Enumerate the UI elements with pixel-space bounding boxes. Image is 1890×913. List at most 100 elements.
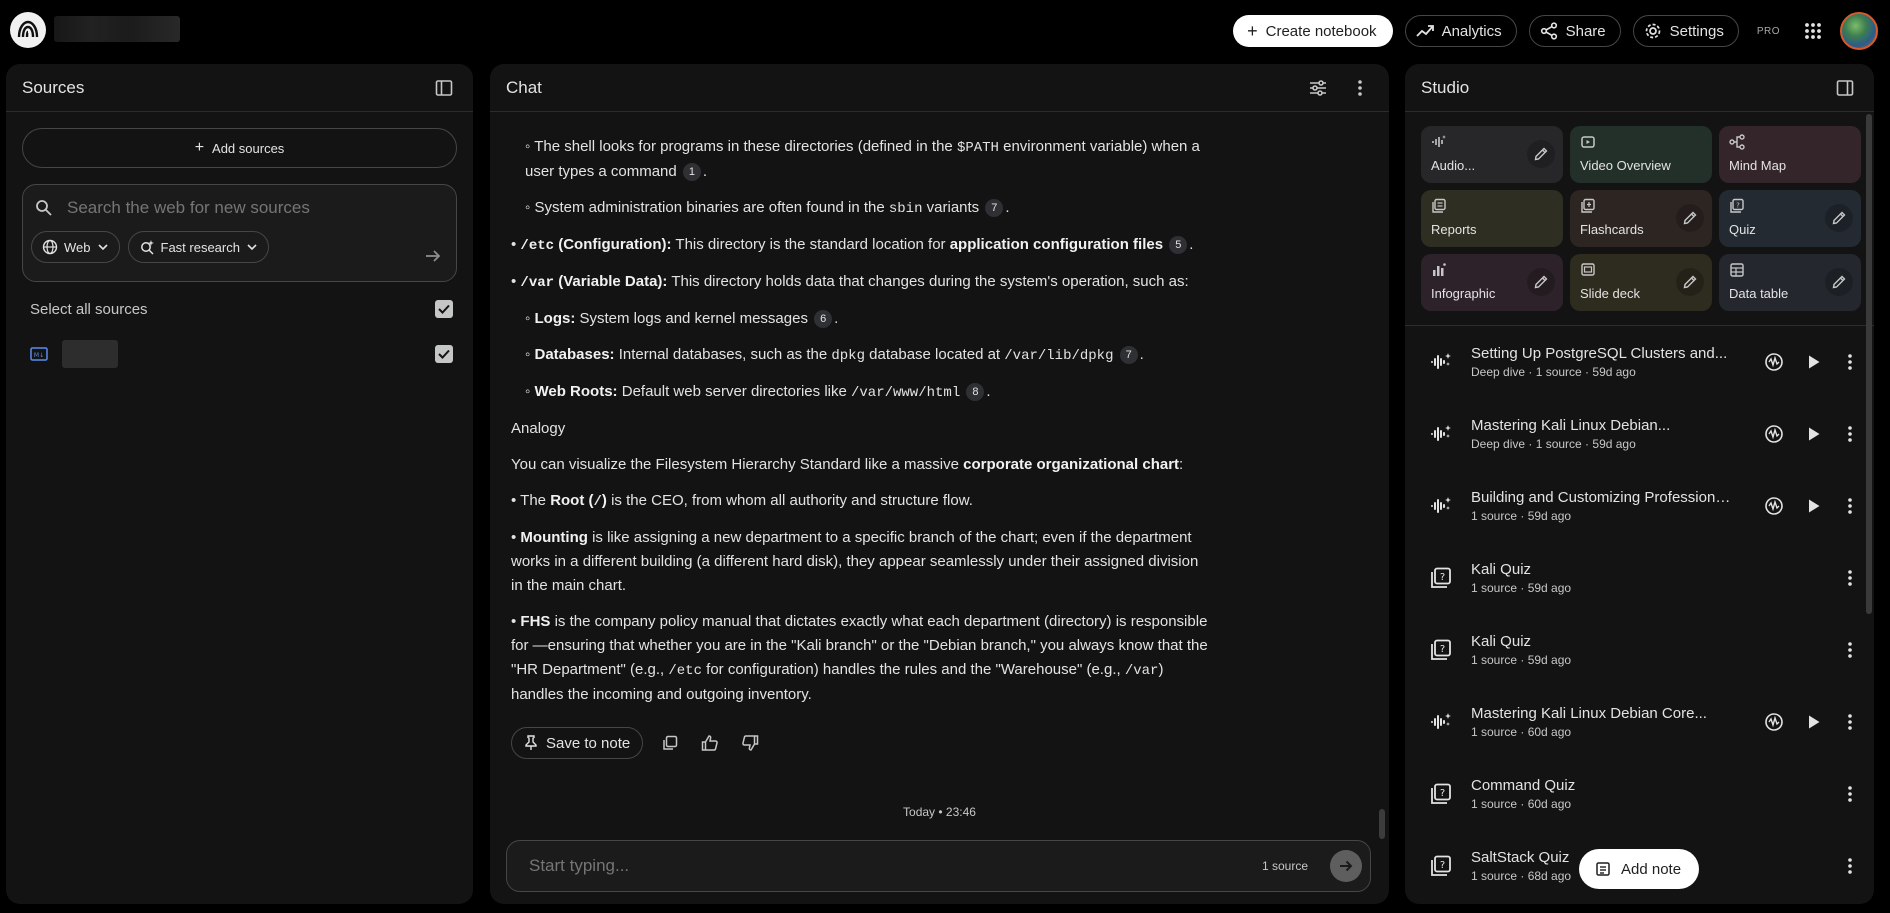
studio-output-item[interactable]: Setting Up PostgreSQL Clusters and... Dee… — [1405, 326, 1874, 398]
thumbs-down-icon[interactable] — [737, 730, 763, 756]
note-icon — [1596, 862, 1610, 876]
add-sources-label: Add sources — [212, 140, 285, 156]
more-vert-icon[interactable] — [1838, 490, 1862, 522]
studio-tile[interactable]: ? Quiz — [1719, 190, 1861, 247]
studio-output-item[interactable]: Building and Customizing Professional...… — [1405, 470, 1874, 542]
citation-chip[interactable]: 1 — [682, 163, 701, 181]
chat-input[interactable] — [529, 856, 1129, 876]
citation-chip[interactable]: 7 — [1119, 346, 1138, 364]
analytics-label: Analytics — [1441, 22, 1502, 40]
add-sources-button[interactable]: + Add sources — [22, 128, 457, 168]
studio-tile[interactable]: Reports — [1421, 190, 1563, 247]
studio-output-meta: Deep dive · 1 source · 59d ago — [1471, 365, 1636, 379]
studio-output-item[interactable]: ? Kali Quiz 1 source · 59d ago — [1405, 542, 1874, 614]
infographic-icon — [1433, 263, 1446, 276]
quiz-icon: ? — [1429, 782, 1453, 806]
research-chip-label: Fast research — [160, 239, 240, 255]
citation-chip[interactable]: 7 — [985, 199, 1004, 217]
more-vert-icon[interactable] — [1838, 562, 1862, 594]
interactive-mode-icon[interactable] — [1758, 418, 1790, 450]
app-logo[interactable] — [10, 12, 46, 48]
arrow-right-icon — [1340, 860, 1353, 872]
citation-chip[interactable]: 8 — [966, 383, 985, 401]
studio-tile[interactable]: Data table — [1719, 254, 1861, 311]
studio-output-title: Mastering Kali Linux Debian... — [1471, 417, 1671, 434]
answer-paragraph: ◦ Web Roots: Default web server director… — [525, 383, 991, 401]
studio-tile[interactable]: Mind Map — [1719, 126, 1861, 183]
apps-grid-icon[interactable] — [1798, 16, 1828, 46]
play-icon[interactable] — [1798, 418, 1830, 450]
more-vert-icon[interactable] — [1838, 634, 1862, 666]
studio-output-item[interactable]: ? Command Quiz 1 source · 60d ago — [1405, 758, 1874, 830]
source-item[interactable]: M↓ — [30, 340, 453, 368]
share-button[interactable]: Share — [1528, 15, 1621, 47]
more-vert-icon[interactable] — [1838, 850, 1862, 882]
audio-icon — [1432, 135, 1446, 147]
search-submit-button[interactable] — [418, 241, 448, 271]
citation-chip[interactable]: 6 — [814, 310, 833, 328]
add-note-button[interactable]: Add note — [1579, 849, 1700, 889]
check-icon — [438, 349, 450, 359]
studio-tile[interactable]: Video Overview — [1570, 126, 1712, 183]
gear-icon — [1645, 23, 1660, 39]
chat-messages: ◦ The shell looks for programs in these … — [490, 113, 1389, 823]
citation-chip[interactable]: 5 — [1169, 236, 1188, 254]
interactive-mode-icon[interactable] — [1758, 346, 1790, 378]
studio-output-item[interactable]: ? Kali Quiz 1 source · 59d ago — [1405, 614, 1874, 686]
studio-title: Studio — [1421, 77, 1470, 97]
more-vert-icon[interactable] — [1838, 346, 1862, 378]
reports-icon — [1432, 198, 1446, 213]
save-to-note-label: Save to note — [546, 734, 631, 752]
collapse-studio-icon[interactable] — [1832, 75, 1858, 101]
edit-pencil-icon[interactable] — [1825, 268, 1853, 296]
more-vert-icon[interactable] — [1838, 706, 1862, 738]
studio-output-title: Setting Up PostgreSQL Clusters and... — [1471, 345, 1728, 362]
web-source-dropdown[interactable]: Web — [31, 231, 120, 263]
avatar[interactable] — [1840, 12, 1878, 50]
save-to-note-button[interactable]: Save to note — [511, 727, 644, 759]
analytics-button[interactable]: Analytics — [1404, 15, 1517, 47]
audio-overview-icon — [1429, 422, 1453, 446]
interactive-mode-icon[interactable] — [1758, 490, 1790, 522]
play-icon[interactable] — [1798, 706, 1830, 738]
copy-icon[interactable] — [657, 730, 683, 756]
play-icon[interactable] — [1798, 346, 1830, 378]
chat-scrollbar[interactable] — [1379, 809, 1385, 839]
edit-pencil-icon[interactable] — [1527, 140, 1555, 168]
source-count: 1 source — [1261, 859, 1308, 873]
notebook-title-redacted[interactable] — [54, 16, 180, 42]
edit-pencil-icon[interactable] — [1825, 204, 1853, 232]
edit-pencil-icon[interactable] — [1527, 268, 1555, 296]
create-notebook-button[interactable]: + Create notebook — [1233, 15, 1393, 47]
more-vert-icon[interactable] — [1838, 418, 1862, 450]
web-search-input[interactable] — [67, 198, 427, 218]
studio-tile[interactable]: Flashcards — [1570, 190, 1712, 247]
studio-output-item[interactable]: Mastering Kali Linux Debian Core... 1 sou… — [1405, 686, 1874, 758]
edit-pencil-icon[interactable] — [1676, 204, 1704, 232]
studio-scrollbar[interactable] — [1866, 114, 1872, 614]
source-checkbox[interactable] — [435, 345, 453, 363]
studio-output-title: Command Quiz — [1471, 777, 1576, 794]
play-icon[interactable] — [1798, 490, 1830, 522]
more-vert-icon[interactable] — [1347, 75, 1373, 101]
send-button[interactable] — [1330, 850, 1362, 882]
answer-paragraph: ◦ System administration binaries are oft… — [525, 199, 1010, 217]
select-all-checkbox[interactable] — [435, 300, 453, 318]
interactive-mode-icon[interactable] — [1758, 706, 1790, 738]
settings-button[interactable]: Settings — [1632, 15, 1739, 47]
svg-text:?: ? — [1440, 644, 1445, 655]
studio-output-item[interactable]: Mastering Kali Linux Debian... Deep dive … — [1405, 398, 1874, 470]
more-vert-icon[interactable] — [1838, 778, 1862, 810]
edit-pencil-icon[interactable] — [1676, 268, 1704, 296]
svg-text:M↓: M↓ — [34, 352, 44, 359]
chat-settings-icon[interactable] — [1305, 75, 1331, 101]
research-mode-dropdown[interactable]: Fast research — [127, 231, 269, 263]
studio-tile[interactable]: Audio... — [1421, 126, 1563, 183]
studio-tile[interactable]: Slide deck — [1570, 254, 1712, 311]
studio-tile[interactable]: Infographic — [1421, 254, 1563, 311]
thumbs-up-icon[interactable] — [697, 730, 723, 756]
collapse-sources-icon[interactable] — [431, 75, 457, 101]
table-icon — [1730, 263, 1744, 277]
audio-overview-icon — [1429, 350, 1453, 374]
chat-panel: Chat ◦ The shell looks for programs in t… — [490, 64, 1389, 904]
